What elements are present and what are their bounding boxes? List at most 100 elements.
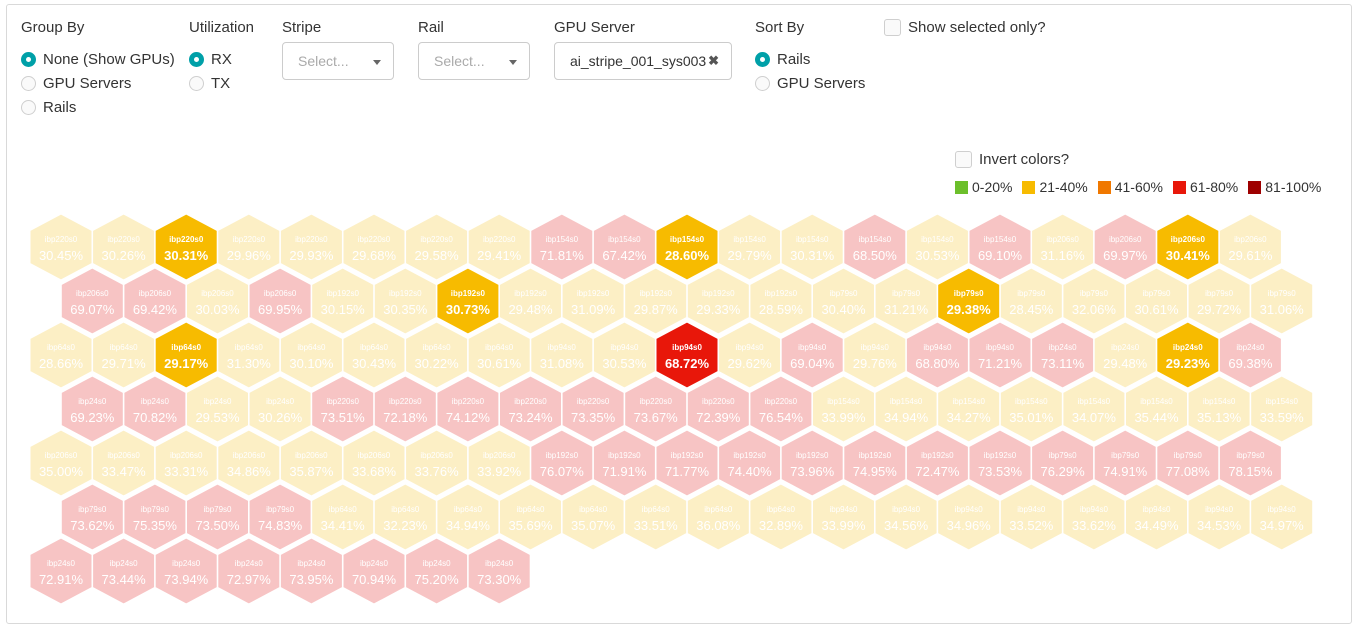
gpu-hex-cell[interactable]: ibp94s0 34.56%: [874, 483, 938, 551]
gpu-hex-cell[interactable]: ibp206s0 33.31%: [154, 429, 218, 497]
gpu-hex-cell[interactable]: ibp24s0 73.11%: [1031, 321, 1095, 389]
gpu-hex-cell[interactable]: ibp154s0 30.31%: [780, 213, 844, 281]
gpu-hex-cell[interactable]: ibp192s0 71.91%: [592, 429, 656, 497]
gpu-hex-cell[interactable]: ibp220s0 29.93%: [279, 213, 343, 281]
gpu-hex-cell[interactable]: ibp64s0 34.94%: [436, 483, 500, 551]
gpu-hex-cell[interactable]: ibp220s0 30.31%: [154, 213, 218, 281]
gpu-hex-cell[interactable]: ibp192s0 74.95%: [843, 429, 907, 497]
gpu-hex-cell[interactable]: ibp192s0 76.07%: [530, 429, 594, 497]
gpu-hex-cell[interactable]: ibp24s0 72.97%: [217, 537, 281, 605]
gpu-hex-cell[interactable]: ibp79s0 32.06%: [1062, 267, 1126, 335]
gpu-hex-cell[interactable]: ibp192s0 74.40%: [718, 429, 782, 497]
gpu-hex-cell[interactable]: ibp79s0 29.38%: [937, 267, 1001, 335]
gpu-hex-cell[interactable]: ibp64s0 35.69%: [499, 483, 562, 551]
gpu-hex-cell[interactable]: ibp94s0 69.04%: [780, 321, 844, 389]
gpu-hex-cell[interactable]: ibp154s0 35.44%: [1125, 375, 1188, 443]
gpu-hex-cell[interactable]: ibp79s0 76.29%: [1031, 429, 1095, 497]
gpu-hex-cell[interactable]: ibp24s0 70.94%: [342, 537, 406, 605]
gpu-hex-cell[interactable]: ibp192s0 73.96%: [780, 429, 844, 497]
gpu-hex-cell[interactable]: ibp94s0 34.49%: [1125, 483, 1188, 551]
gpu-hex-cell[interactable]: ibp206s0 29.61%: [1218, 213, 1282, 281]
gpu-hex-cell[interactable]: ibp94s0 31.08%: [530, 321, 594, 389]
gpu-hex-cell[interactable]: ibp64s0 29.71%: [92, 321, 156, 389]
gpu-hex-cell[interactable]: ibp94s0 34.97%: [1250, 483, 1314, 551]
gpu-hex-cell[interactable]: ibp94s0 29.62%: [718, 321, 782, 389]
gpu-hex-cell[interactable]: ibp24s0 30.26%: [248, 375, 312, 443]
gpu-hex-cell[interactable]: ibp220s0 72.39%: [686, 375, 750, 443]
gpu-hex-cell[interactable]: ibp220s0 29.96%: [217, 213, 281, 281]
gpu-hex-cell[interactable]: ibp154s0 33.59%: [1250, 375, 1314, 443]
gpu-hex-cell[interactable]: ibp154s0 30.53%: [905, 213, 969, 281]
gpu-hex-cell[interactable]: ibp94s0 68.80%: [905, 321, 969, 389]
gpu-hex-cell[interactable]: ibp79s0 78.15%: [1218, 429, 1282, 497]
gpu-hex-cell[interactable]: ibp220s0 73.35%: [561, 375, 625, 443]
gpu-hex-cell[interactable]: ibp94s0 30.53%: [592, 321, 656, 389]
gpu-hex-cell[interactable]: ibp94s0 33.52%: [999, 483, 1063, 551]
gpu-hex-cell[interactable]: ibp154s0 69.10%: [968, 213, 1032, 281]
gpu-hex-cell[interactable]: ibp79s0 30.61%: [1125, 267, 1188, 335]
gpu-hex-cell[interactable]: ibp64s0 33.51%: [624, 483, 688, 551]
gpu-hex-cell[interactable]: ibp192s0 29.87%: [624, 267, 688, 335]
gpu-hex-cell[interactable]: ibp192s0 30.15%: [311, 267, 375, 335]
gpu-hex-cell[interactable]: ibp24s0 72.91%: [29, 537, 93, 605]
gpu-hex-cell[interactable]: ibp24s0 75.20%: [405, 537, 469, 605]
gpu-hex-cell[interactable]: ibp24s0 69.23%: [60, 375, 124, 443]
gpu-hex-cell[interactable]: ibp24s0 73.94%: [154, 537, 218, 605]
gpu-hex-cell[interactable]: ibp220s0 76.54%: [749, 375, 813, 443]
gpu-hex-cell[interactable]: ibp64s0 35.07%: [561, 483, 625, 551]
gpu-hex-cell[interactable]: ibp206s0 35.00%: [29, 429, 93, 497]
gpu-hex-cell[interactable]: ibp24s0 73.44%: [92, 537, 156, 605]
gpu-hex-cell[interactable]: ibp154s0 35.13%: [1187, 375, 1251, 443]
gpu-hex-cell[interactable]: ibp64s0 32.89%: [749, 483, 813, 551]
gpu-hex-cell[interactable]: ibp24s0 29.23%: [1156, 321, 1220, 389]
gpu-hex-cell[interactable]: ibp220s0 30.26%: [92, 213, 156, 281]
gpu-hex-cell[interactable]: ibp154s0 33.99%: [812, 375, 875, 443]
gpu-hex-cell[interactable]: ibp220s0 29.41%: [467, 213, 531, 281]
gpu-hex-cell[interactable]: ibp79s0 28.45%: [999, 267, 1063, 335]
gpu-hex-cell[interactable]: ibp192s0 29.48%: [499, 267, 562, 335]
gpu-hex-cell[interactable]: ibp192s0 29.33%: [686, 267, 750, 335]
gpu-hex-cell[interactable]: ibp79s0 31.06%: [1250, 267, 1314, 335]
gpu-hex-cell[interactable]: ibp206s0 69.42%: [123, 267, 187, 335]
gpu-hex-cell[interactable]: ibp94s0 34.53%: [1187, 483, 1251, 551]
gpu-hex-cell[interactable]: ibp79s0 31.21%: [874, 267, 938, 335]
gpu-hex-cell[interactable]: ibp220s0 29.58%: [405, 213, 469, 281]
gpu-hex-cell[interactable]: ibp64s0 31.30%: [217, 321, 281, 389]
gpu-hex-cell[interactable]: ibp154s0 29.79%: [718, 213, 782, 281]
gpu-hex-cell[interactable]: ibp79s0 75.35%: [123, 483, 187, 551]
gpu-hex-cell[interactable]: ibp206s0 33.76%: [405, 429, 469, 497]
gpu-hex-cell[interactable]: ibp64s0 30.43%: [342, 321, 406, 389]
gpu-hex-cell[interactable]: ibp64s0 28.66%: [29, 321, 93, 389]
gpu-hex-cell[interactable]: ibp94s0 33.62%: [1062, 483, 1126, 551]
gpu-hex-cell[interactable]: ibp220s0 74.12%: [436, 375, 500, 443]
gpu-hex-cell[interactable]: ibp24s0 69.38%: [1218, 321, 1282, 389]
gpu-hex-cell[interactable]: ibp64s0 30.61%: [467, 321, 531, 389]
gpu-hex-cell[interactable]: ibp206s0 34.86%: [217, 429, 281, 497]
gpu-hex-cell[interactable]: ibp154s0 34.94%: [874, 375, 938, 443]
gpu-hex-cell[interactable]: ibp154s0 67.42%: [592, 213, 656, 281]
gpu-hex-cell[interactable]: ibp64s0 36.08%: [686, 483, 750, 551]
gpu-hex-cell[interactable]: ibp206s0 69.95%: [248, 267, 312, 335]
gpu-hex-cell[interactable]: ibp79s0 77.08%: [1156, 429, 1220, 497]
gpu-hex-cell[interactable]: ibp206s0 69.07%: [60, 267, 124, 335]
gpu-hex-cell[interactable]: ibp154s0 34.27%: [937, 375, 1001, 443]
gpu-hex-cell[interactable]: ibp94s0 29.76%: [843, 321, 907, 389]
gpu-hex-cell[interactable]: ibp154s0 28.60%: [655, 213, 719, 281]
gpu-hex-cell[interactable]: ibp79s0 30.40%: [812, 267, 875, 335]
gpu-hex-cell[interactable]: ibp79s0 74.83%: [248, 483, 312, 551]
gpu-hex-cell[interactable]: ibp220s0 73.24%: [499, 375, 562, 443]
gpu-hex-cell[interactable]: ibp192s0 30.73%: [436, 267, 500, 335]
gpu-hex-cell[interactable]: ibp206s0 69.97%: [1093, 213, 1157, 281]
gpu-hex-cell[interactable]: ibp206s0 30.03%: [186, 267, 249, 335]
gpu-hex-cell[interactable]: ibp206s0 35.87%: [279, 429, 343, 497]
gpu-hex-cell[interactable]: ibp206s0 31.16%: [1031, 213, 1095, 281]
gpu-hex-cell[interactable]: ibp192s0 72.47%: [905, 429, 969, 497]
gpu-hex-cell[interactable]: ibp64s0 32.23%: [373, 483, 437, 551]
gpu-hex-cell[interactable]: ibp206s0 30.41%: [1156, 213, 1220, 281]
gpu-hex-cell[interactable]: ibp154s0 71.81%: [530, 213, 594, 281]
gpu-hex-cell[interactable]: ibp192s0 28.59%: [749, 267, 813, 335]
gpu-hex-cell[interactable]: ibp220s0 29.68%: [342, 213, 406, 281]
gpu-hex-cell[interactable]: ibp64s0 29.17%: [154, 321, 218, 389]
gpu-hex-cell[interactable]: ibp24s0 29.48%: [1093, 321, 1157, 389]
gpu-hex-cell[interactable]: ibp24s0 73.95%: [279, 537, 343, 605]
